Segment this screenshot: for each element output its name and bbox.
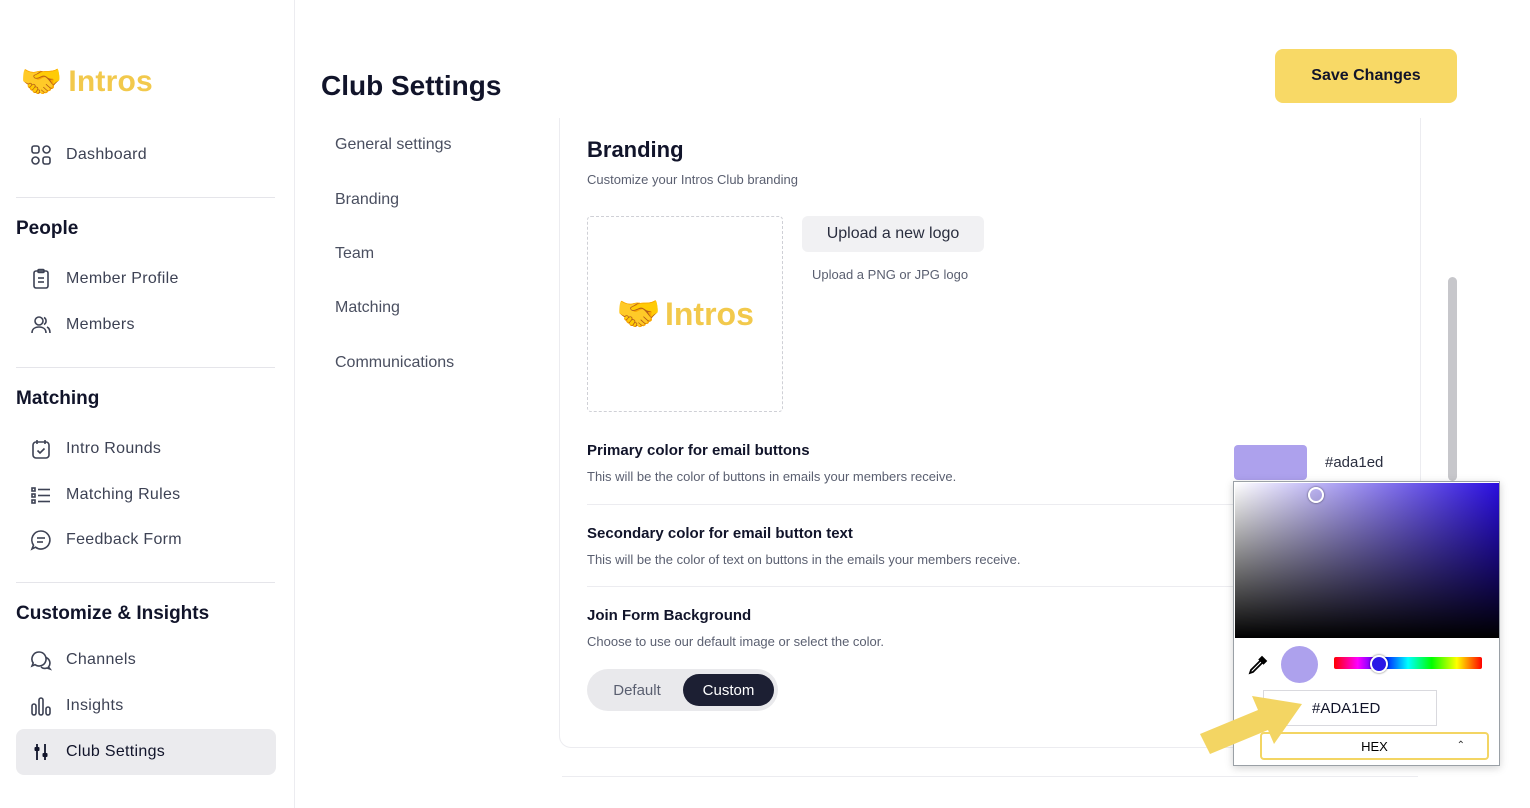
chat-bubbles-icon (30, 649, 52, 671)
primary-color-value: #ada1ed (1325, 454, 1384, 471)
users-icon (30, 314, 52, 336)
upload-hint: Upload a PNG or JPG logo (812, 267, 969, 282)
section-title-people: People (16, 218, 79, 239)
handshake-icon: 🤝 (20, 63, 63, 101)
subnav-communications[interactable]: Communications (335, 354, 454, 372)
section-heading: Branding (587, 137, 684, 162)
sidebar-item-intro-rounds[interactable]: Intro Rounds (16, 426, 276, 472)
section-title-matching: Matching (16, 388, 100, 409)
save-changes-button[interactable]: Save Changes (1275, 49, 1457, 103)
sidebar-item-label: Dashboard (66, 146, 147, 163)
sidebar-divider (16, 197, 275, 198)
card-divider (562, 776, 1418, 777)
calendar-check-icon (30, 438, 52, 460)
sidebar-item-label: Matching Rules (66, 486, 181, 503)
sidebar-item-insights[interactable]: Insights (16, 683, 276, 729)
primary-color-title: Primary color for email buttons (587, 442, 810, 459)
upload-logo-button[interactable]: Upload a new logo (802, 216, 984, 252)
sidebar-divider (16, 367, 275, 368)
sliders-icon (30, 741, 52, 763)
hue-slider[interactable] (1334, 657, 1482, 669)
list-rules-icon (30, 484, 52, 506)
sidebar-item-label: Insights (66, 697, 124, 714)
join-form-desc: Choose to use our default image or selec… (587, 634, 885, 649)
primary-color-desc: This will be the color of buttons in ema… (587, 469, 957, 484)
brand-name: Intros (68, 65, 153, 98)
sidebar-item-dashboard[interactable]: Dashboard (16, 132, 276, 178)
saturation-handle[interactable] (1308, 487, 1324, 503)
hue-slider-handle[interactable] (1370, 655, 1388, 673)
sidebar-item-feedback-form[interactable]: Feedback Form (16, 517, 276, 563)
sidebar-divider (16, 582, 275, 583)
color-mode-value: HEX (1361, 738, 1388, 754)
logo-preview-text: Intros (664, 295, 754, 332)
page-title: Club Settings (321, 70, 502, 101)
sidebar-item-label: Member Profile (66, 270, 179, 287)
secondary-color-desc: This will be the color of text on button… (587, 552, 1021, 567)
annotation-arrow-icon (1200, 696, 1302, 754)
color-preview (1281, 646, 1318, 683)
handshake-icon: 🤝 (616, 293, 661, 334)
join-form-title: Join Form Background (587, 607, 752, 624)
sidebar-item-club-settings[interactable]: Club Settings (16, 729, 276, 775)
eyedropper-icon[interactable] (1248, 655, 1268, 680)
sidebar-item-member-profile[interactable]: Member Profile (16, 256, 276, 302)
primary-color-swatch[interactable] (1234, 445, 1307, 480)
chevron-updown-icon: ⌃ (1456, 740, 1465, 751)
subnav-team[interactable]: Team (335, 245, 374, 263)
grid-icon (30, 144, 52, 166)
subnav-general-settings[interactable]: General settings (335, 136, 452, 154)
toggle-custom[interactable]: Custom (683, 674, 774, 706)
app-logo[interactable]: 🤝 Intros (20, 60, 153, 104)
sidebar-item-matching-rules[interactable]: Matching Rules (16, 472, 276, 518)
bar-chart-icon (30, 695, 52, 717)
logo-preview: 🤝 Intros (587, 216, 783, 412)
subnav-matching[interactable]: Matching (335, 299, 400, 317)
sidebar-item-label: Channels (66, 651, 137, 668)
clipboard-icon (30, 268, 52, 290)
sidebar-item-channels[interactable]: Channels (16, 637, 276, 683)
scrollbar-thumb[interactable] (1448, 277, 1457, 481)
subnav-branding[interactable]: Branding (335, 191, 399, 209)
toggle-default[interactable]: Default (592, 674, 682, 706)
secondary-color-title: Secondary color for email button text (587, 525, 853, 542)
sidebar-item-label: Feedback Form (66, 531, 182, 548)
sidebar-item-label: Club Settings (66, 743, 166, 760)
sidebar-item-members[interactable]: Members (16, 302, 276, 348)
sidebar-item-label: Intro Rounds (66, 440, 162, 457)
section-subtitle: Customize your Intros Club branding (587, 172, 798, 187)
section-title-customize: Customize & Insights (16, 603, 210, 624)
sidebar-item-label: Members (66, 316, 135, 333)
message-square-icon (30, 529, 52, 551)
saturation-area[interactable] (1235, 483, 1499, 638)
